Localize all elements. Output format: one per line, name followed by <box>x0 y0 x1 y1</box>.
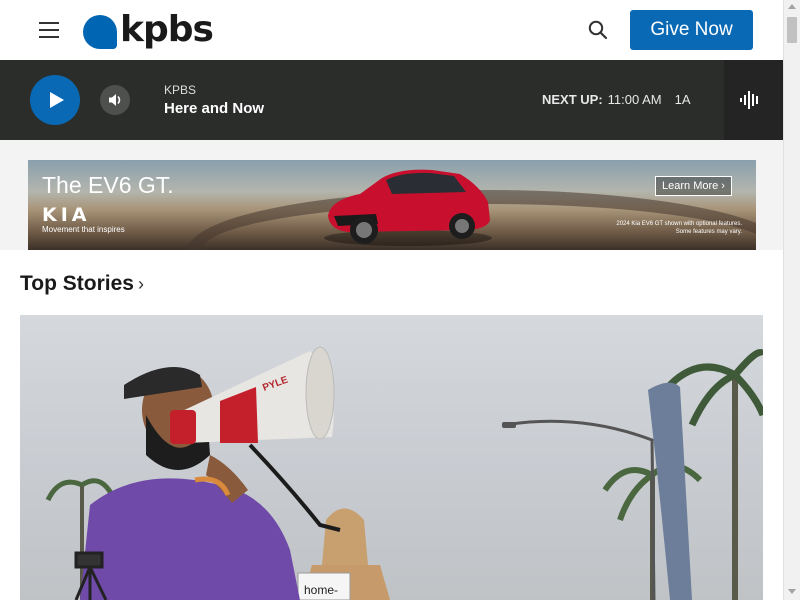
top-story-image[interactable]: home- PYLE <box>20 315 763 600</box>
search-icon[interactable] <box>588 20 608 40</box>
audio-player: KPBS Here and Now NEXT UP: 11:00 AM 1A <box>0 60 783 140</box>
volume-button[interactable] <box>100 85 130 115</box>
ad-strip: The EV6 GT. KIA Movement that inspires L… <box>0 140 783 250</box>
scrollbar-thumb[interactable] <box>787 17 797 43</box>
next-up-program: 1A <box>674 92 691 107</box>
top-stories-heading[interactable]: Top Stories › <box>20 272 144 296</box>
live-stream-button[interactable] <box>724 60 783 140</box>
scroll-up-arrow-icon[interactable] <box>788 4 796 9</box>
ad-headline: The EV6 GT. <box>42 172 174 198</box>
ad-tagline: Movement that inspires <box>42 225 125 234</box>
protest-photo: home- PYLE <box>45 346 763 600</box>
kia-advertisement[interactable]: The EV6 GT. KIA Movement that inspires L… <box>28 160 756 250</box>
scroll-down-arrow-icon[interactable] <box>788 589 796 594</box>
page: kpbs Give Now KPBS Here and Now NEXT UP:… <box>0 0 783 600</box>
vertical-scrollbar[interactable] <box>783 0 800 600</box>
kia-logo: KIA <box>42 204 91 226</box>
program-title: Here and Now <box>164 100 265 117</box>
protest-sign-text: home- <box>304 583 338 597</box>
ad-disclaimer-line-2: Some features may vary. <box>675 228 742 235</box>
logo-text: kpbs <box>120 9 214 50</box>
street-light-graphic <box>502 419 656 600</box>
next-up-time: 11:00 AM <box>607 92 662 107</box>
chevron-right-icon: › <box>137 273 144 294</box>
audio-wave-icon <box>740 91 758 109</box>
protester-woman-graphic: home- <box>297 508 390 600</box>
ad-disclaimer: 2024 Kia EV6 GT shown with optional feat… <box>588 221 742 237</box>
volume-icon <box>109 94 121 106</box>
station-name: KPBS <box>164 83 197 97</box>
top-stories-title: Top Stories <box>20 272 134 295</box>
logo-mark-icon <box>83 15 117 49</box>
ad-disclaimer-line-1: 2024 Kia EV6 GT shown with optional feat… <box>616 221 742 227</box>
play-button[interactable] <box>30 75 80 125</box>
menu-icon[interactable] <box>39 22 59 38</box>
next-up: NEXT UP: 11:00 AM 1A <box>542 92 691 107</box>
give-now-button[interactable]: Give Now <box>630 10 753 50</box>
red-car-image <box>324 169 492 246</box>
next-up-label: NEXT UP: <box>542 92 603 107</box>
site-header: kpbs Give Now <box>0 0 783 60</box>
kpbs-logo[interactable]: kpbs <box>83 9 214 51</box>
learn-more-button[interactable]: Learn More › <box>655 176 732 196</box>
